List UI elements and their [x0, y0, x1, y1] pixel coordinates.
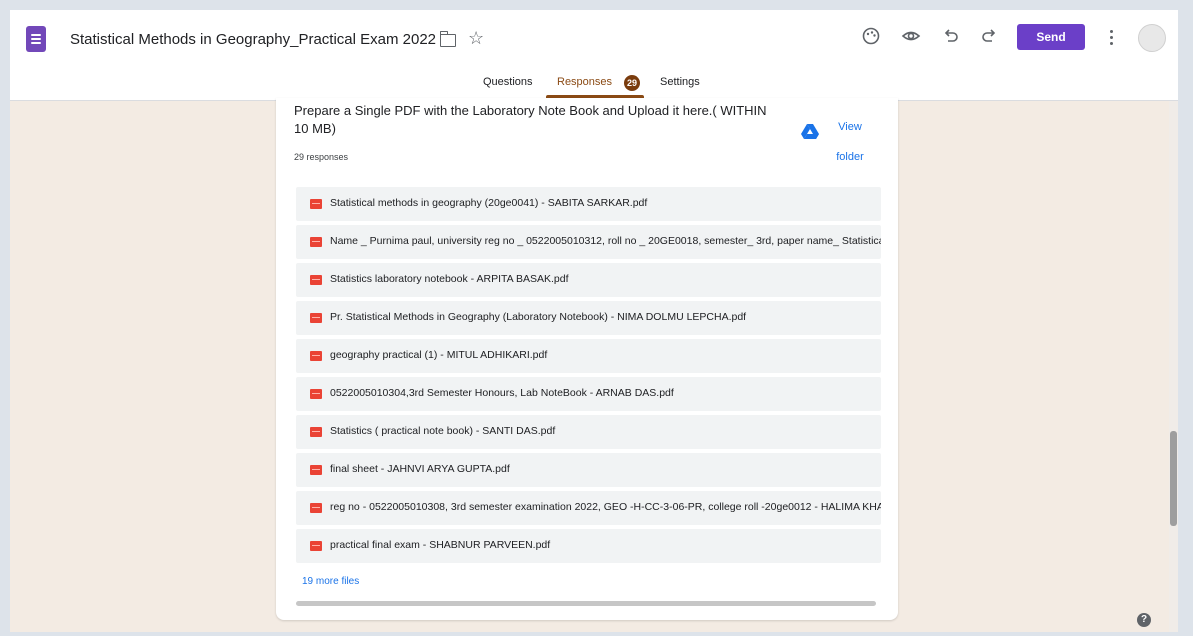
file-name: practical final exam - SHABNUR PARVEEN.p…: [330, 539, 551, 551]
form-tabs: Questions Responses 29 Settings: [10, 74, 1178, 100]
help-icon[interactable]: ?: [1137, 613, 1151, 627]
horizontal-scrollbar[interactable]: [296, 601, 876, 606]
question-response-card: Prepare a Single PDF with the Laboratory…: [276, 98, 898, 620]
palette-icon[interactable]: [860, 26, 882, 48]
app-window: Statistical Methods in Geography_Practic…: [10, 10, 1178, 632]
pdf-file-icon: [310, 389, 322, 399]
file-row[interactable]: reg no - 0522005010308, 3rd semester exa…: [296, 491, 881, 525]
pdf-file-icon: [310, 275, 322, 285]
pdf-file-icon: [310, 199, 322, 209]
file-name: Statistics ( practical note book) - SANT…: [330, 425, 556, 437]
file-name: Pr. Statistical Methods in Geography (La…: [330, 311, 747, 323]
google-drive-icon[interactable]: [801, 124, 819, 140]
pdf-file-icon: [310, 351, 322, 361]
file-name: Name _ Purnima paul, university reg no _…: [330, 235, 881, 247]
more-files-link[interactable]: 19 more files: [302, 576, 359, 587]
pdf-file-icon: [310, 503, 322, 513]
file-row[interactable]: geography practical (1) - MITUL ADHIKARI…: [296, 339, 881, 373]
top-bar: Statistical Methods in Geography_Practic…: [10, 10, 1178, 101]
file-row[interactable]: Name _ Purnima paul, university reg no _…: [296, 225, 881, 259]
responses-count-badge: 29: [624, 75, 640, 91]
scrollbar-thumb[interactable]: [1170, 431, 1177, 526]
redo-icon[interactable]: [978, 26, 1000, 48]
send-button[interactable]: Send: [1017, 24, 1085, 50]
pdf-file-icon: [310, 541, 322, 551]
file-row[interactable]: Statistics ( practical note book) - SANT…: [296, 415, 881, 449]
file-name: reg no - 0522005010308, 3rd semester exa…: [330, 501, 881, 513]
undo-icon[interactable]: [940, 26, 962, 48]
file-row[interactable]: final sheet - JAHNVI ARYA GUPTA.pdf: [296, 453, 881, 487]
pdf-file-icon: [310, 427, 322, 437]
responses-count: 29 responses: [294, 152, 349, 162]
file-name: Statistics laboratory notebook - ARPITA …: [330, 273, 569, 285]
view-folder-link[interactable]: View folder: [830, 112, 870, 172]
tab-settings[interactable]: Settings: [660, 76, 700, 88]
google-forms-icon[interactable]: [26, 26, 46, 52]
pdf-file-icon: [310, 237, 322, 247]
file-name: Statistical methods in geography (20ge00…: [330, 197, 648, 209]
more-vert-icon[interactable]: [1107, 26, 1115, 48]
tab-questions[interactable]: Questions: [483, 76, 533, 88]
file-row[interactable]: practical final exam - SHABNUR PARVEEN.p…: [296, 529, 881, 563]
file-row[interactable]: 0522005010304,3rd Semester Honours, Lab …: [296, 377, 881, 411]
file-name: 0522005010304,3rd Semester Honours, Lab …: [330, 387, 674, 399]
vertical-scrollbar[interactable]: [1169, 101, 1178, 632]
file-name: final sheet - JAHNVI ARYA GUPTA.pdf: [330, 463, 510, 475]
tab-responses[interactable]: Responses: [557, 76, 612, 88]
preview-eye-icon[interactable]: [900, 26, 922, 48]
file-row[interactable]: Pr. Statistical Methods in Geography (La…: [296, 301, 881, 335]
pdf-file-icon: [310, 465, 322, 475]
uploaded-files-list: Statistical methods in geography (20ge00…: [296, 187, 881, 567]
star-icon[interactable]: ☆: [468, 28, 484, 48]
pdf-file-icon: [310, 313, 322, 323]
file-row[interactable]: Statistical methods in geography (20ge00…: [296, 187, 881, 221]
form-title[interactable]: Statistical Methods in Geography_Practic…: [70, 31, 436, 48]
file-name: geography practical (1) - MITUL ADHIKARI…: [330, 349, 548, 361]
move-to-folder-icon[interactable]: [439, 31, 456, 47]
question-title: Prepare a Single PDF with the Laboratory…: [294, 103, 767, 136]
account-avatar[interactable]: [1138, 24, 1166, 52]
file-row[interactable]: Statistics laboratory notebook - ARPITA …: [296, 263, 881, 297]
screen-frame: Statistical Methods in Geography_Practic…: [0, 0, 1193, 636]
